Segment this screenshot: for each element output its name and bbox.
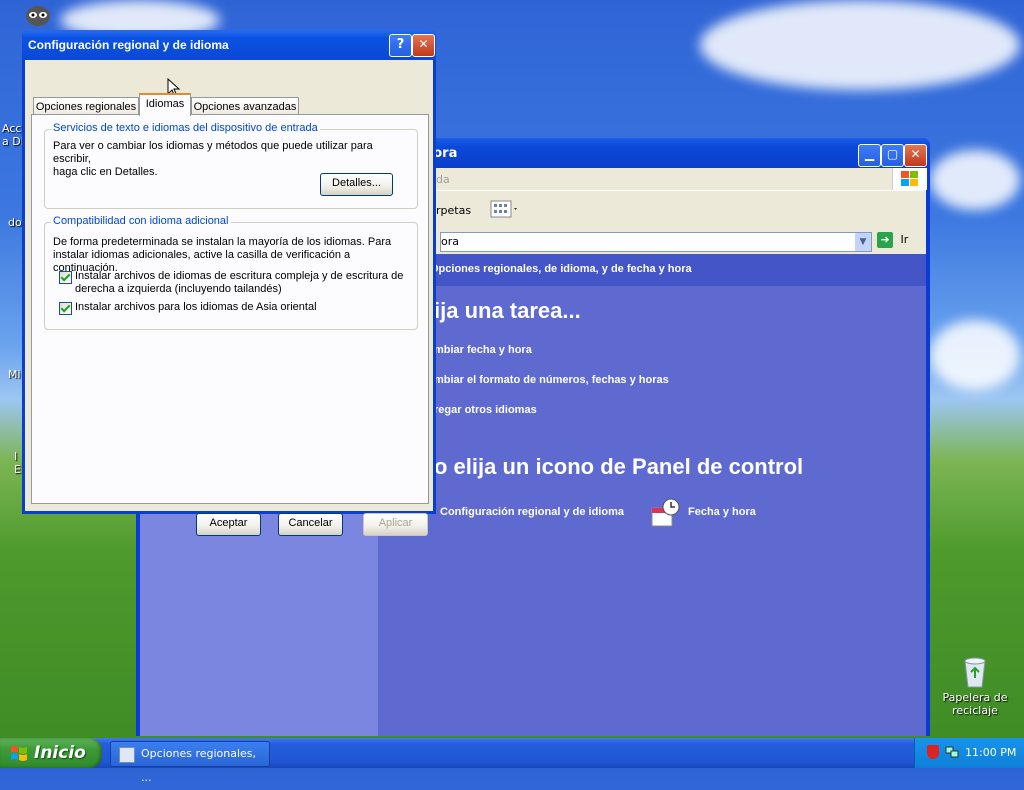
minimize-button[interactable]: ▁ [858, 144, 881, 167]
task-link-format[interactable]: mbiar el formato de números, fechas y ho… [434, 374, 669, 386]
cancel-button[interactable]: Cancelar [278, 513, 343, 536]
cp-icon-datetime[interactable]: Fecha y hora [650, 498, 790, 528]
folders-button[interactable]: rpetas [436, 204, 471, 217]
clock[interactable]: 11:00 PM [965, 746, 1016, 759]
recycle-bin-icon [964, 657, 986, 688]
taskbar-button-regional[interactable]: Opciones regionales, ... [110, 741, 270, 784]
dialog-title: Configuración regional y de idioma [28, 38, 229, 52]
dialog-titlebar[interactable]: Configuración regional y de idioma ? ✕ [22, 30, 436, 60]
go-arrow-icon: ➜ [877, 232, 893, 248]
window-app-icon [119, 747, 135, 763]
east-asian-checkbox[interactable] [59, 302, 72, 315]
complex-script-checkbox[interactable] [59, 271, 72, 284]
details-button[interactable]: Detalles... [320, 173, 393, 196]
help-button[interactable]: ? [389, 34, 412, 57]
task-link-languages[interactable]: regar otros idiomas [434, 404, 537, 416]
icon-heading: o elija un icono de Panel de control [434, 454, 804, 479]
text-services-group-label: Servicios de texto e idiomas del disposi… [51, 122, 320, 134]
tab-languages[interactable]: Idiomas [139, 93, 191, 116]
complex-script-checkbox-label[interactable]: Instalar archivos de idiomas de escritur… [75, 270, 415, 296]
close-button[interactable]: ✕ [904, 144, 927, 167]
network-icon[interactable] [945, 745, 959, 759]
regional-language-dialog: Configuración regional y de idioma ? ✕ O… [22, 30, 436, 536]
recycle-bin[interactable]: Papelera de reciclaje [940, 656, 1010, 717]
taskbar: Inicio Opciones regionales, ... 11:00 PM [0, 738, 1024, 784]
apply-button[interactable]: Aplicar [363, 513, 428, 536]
dialog-body: Opciones regionales Idiomas Opciones ava… [25, 60, 433, 536]
maximize-button[interactable]: ▢ [881, 144, 904, 167]
recycle-bin-label: Papelera de reciclaje [942, 691, 1008, 717]
ok-button[interactable]: Aceptar [196, 513, 261, 536]
chevron-down-icon[interactable]: ▼ [855, 233, 871, 251]
task-heading: ija una tarea... [434, 298, 581, 323]
clock-calendar-icon [651, 498, 680, 527]
views-icon[interactable] [490, 199, 520, 219]
languages-tab-page: Servicios de texto e idiomas del disposi… [31, 114, 429, 504]
category-header-link[interactable]: Opciones regionales, de idioma, y de fec… [430, 263, 692, 275]
dialog-close-button[interactable]: ✕ [412, 34, 435, 57]
task-link-date[interactable]: mbiar fecha y hora [434, 344, 532, 356]
desktop-icon-label[interactable]: Acc a Di [2, 122, 24, 148]
additional-language-group-label: Compatibilidad con idioma adicional [51, 215, 231, 227]
go-button[interactable]: ➜ Ir [877, 232, 917, 250]
cp-icon-regional[interactable]: Configuración regional y de idioma [406, 498, 646, 528]
menu-text: da [436, 173, 450, 186]
east-asian-checkbox-label[interactable]: Instalar archivos para los idiomas de As… [75, 301, 415, 314]
address-input[interactable]: ora ▼ [440, 232, 872, 252]
category-pane [378, 254, 926, 736]
start-button[interactable]: Inicio [0, 738, 102, 768]
windows-flag-icon [11, 746, 27, 761]
security-shield-icon[interactable] [927, 745, 939, 759]
system-tray: 11:00 PM [914, 738, 1024, 768]
desktop-raccoon-icon[interactable] [22, 2, 54, 30]
windows-logo-icon [892, 168, 927, 190]
